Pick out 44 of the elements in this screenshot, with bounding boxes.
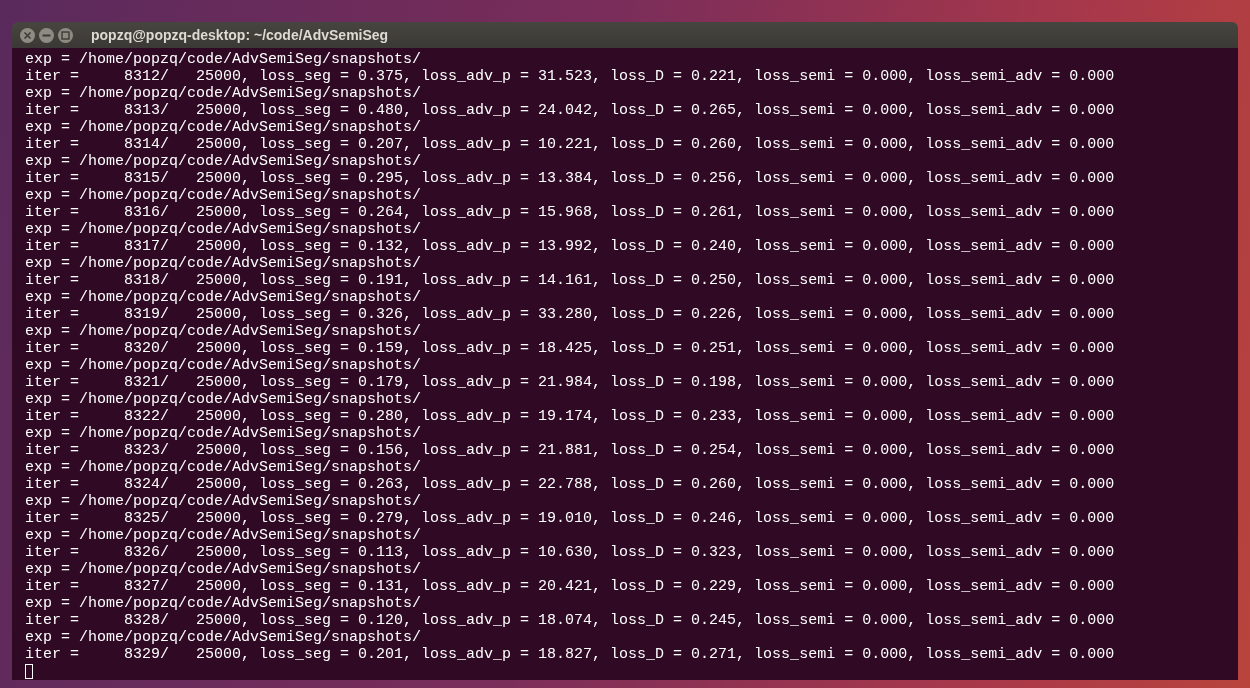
terminal-line: exp = /home/popzq/code/AdvSemiSeg/snapshots/	[25, 561, 422, 578]
terminal-line: exp = /home/popzq/code/AdvSemiSeg/snapshots/	[25, 153, 422, 170]
terminal-line: iter = 8312/ 25000, loss_seg = 0.375, loss_adv_p = 31.523, loss_D = 0.221, loss_semi = 0.000, loss_semi_adv = 0.000	[25, 68, 1115, 85]
terminal-line: iter = 8326/ 25000, loss_seg = 0.113, loss_adv_p = 10.630, loss_D = 0.323, loss_semi = 0.000, loss_semi_adv = 0.000	[25, 544, 1115, 561]
terminal-line: exp = /home/popzq/code/AdvSemiSeg/snapshots/	[25, 255, 422, 272]
terminal-line: iter = 8327/ 25000, loss_seg = 0.131, loss_adv_p = 20.421, loss_D = 0.229, loss_semi = 0.000, loss_semi_adv = 0.000	[25, 578, 1115, 595]
terminal-line: iter = 8315/ 25000, loss_seg = 0.295, loss_adv_p = 13.384, loss_D = 0.256, loss_semi = 0.000, loss_semi_adv = 0.000	[25, 170, 1115, 187]
close-button[interactable]	[20, 27, 35, 43]
terminal-line: iter = 8323/ 25000, loss_seg = 0.156, loss_adv_p = 21.881, loss_D = 0.254, loss_semi = 0.000, loss_semi_adv = 0.000	[25, 442, 1115, 459]
terminal-line: iter = 8322/ 25000, loss_seg = 0.280, loss_adv_p = 19.174, loss_D = 0.233, loss_semi = 0.000, loss_semi_adv = 0.000	[25, 408, 1115, 425]
terminal-line: exp = /home/popzq/code/AdvSemiSeg/snapshots/	[25, 187, 422, 204]
maximize-button[interactable]	[58, 27, 73, 43]
terminal-line: iter = 8329/ 25000, loss_seg = 0.201, loss_adv_p = 18.827, loss_D = 0.271, loss_semi = 0.000, loss_semi_adv = 0.000	[25, 646, 1115, 663]
terminal-line: iter = 8325/ 25000, loss_seg = 0.279, loss_adv_p = 19.010, loss_D = 0.246, loss_semi = 0.000, loss_semi_adv = 0.000	[25, 510, 1115, 527]
terminal-line: exp = /home/popzq/code/AdvSemiSeg/snapshots/	[25, 221, 422, 238]
terminal-line: iter = 8314/ 25000, loss_seg = 0.207, loss_adv_p = 10.221, loss_D = 0.260, loss_semi = 0.000, loss_semi_adv = 0.000	[25, 136, 1115, 153]
terminal-line: exp = /home/popzq/code/AdvSemiSeg/snapshots/	[25, 85, 422, 102]
terminal-line: iter = 8320/ 25000, loss_seg = 0.159, loss_adv_p = 18.425, loss_D = 0.251, loss_semi = 0.000, loss_semi_adv = 0.000	[25, 340, 1115, 357]
cursor-icon	[25, 664, 33, 679]
terminal-line: exp = /home/popzq/code/AdvSemiSeg/snapshots/	[25, 119, 422, 136]
terminal-line: iter = 8324/ 25000, loss_seg = 0.263, loss_adv_p = 22.788, loss_D = 0.260, loss_semi = 0.000, loss_semi_adv = 0.000	[25, 476, 1115, 493]
terminal-line: iter = 8316/ 25000, loss_seg = 0.264, loss_adv_p = 15.968, loss_D = 0.261, loss_semi = 0.000, loss_semi_adv = 0.000	[25, 204, 1115, 221]
terminal-line: exp = /home/popzq/code/AdvSemiSeg/snapshots/	[25, 391, 422, 408]
minimize-icon	[42, 33, 51, 37]
terminal-line: iter = 8328/ 25000, loss_seg = 0.120, loss_adv_p = 18.074, loss_D = 0.245, loss_semi = 0.000, loss_semi_adv = 0.000	[25, 612, 1115, 629]
minimize-button[interactable]	[39, 27, 54, 43]
terminal-line: exp = /home/popzq/code/AdvSemiSeg/snapshots/	[25, 323, 422, 340]
terminal-line: exp = /home/popzq/code/AdvSemiSeg/snapshots/	[25, 425, 422, 442]
terminal-line: exp = /home/popzq/code/AdvSemiSeg/snapshots/	[25, 629, 422, 646]
close-icon	[23, 30, 32, 40]
terminal-line: iter = 8317/ 25000, loss_seg = 0.132, loss_adv_p = 13.992, loss_D = 0.240, loss_semi = 0.000, loss_semi_adv = 0.000	[25, 238, 1115, 255]
terminal-line: exp = /home/popzq/code/AdvSemiSeg/snapshots/	[25, 357, 422, 374]
terminal-line: iter = 8313/ 25000, loss_seg = 0.480, loss_adv_p = 24.042, loss_D = 0.265, loss_semi = 0.000, loss_semi_adv = 0.000	[25, 102, 1115, 119]
terminal-line: exp = /home/popzq/code/AdvSemiSeg/snapshots/	[25, 289, 422, 306]
terminal-line: exp = /home/popzq/code/AdvSemiSeg/snapshots/	[25, 493, 422, 510]
terminal-line: exp = /home/popzq/code/AdvSemiSeg/snapshots/	[25, 51, 422, 68]
maximize-icon	[61, 30, 70, 40]
terminal-line: exp = /home/popzq/code/AdvSemiSeg/snapshots/	[25, 459, 422, 476]
window-title: popzq@popzq-desktop: ~/code/AdvSemiSeg	[91, 27, 389, 43]
terminal-line: exp = /home/popzq/code/AdvSemiSeg/snapshots/	[25, 595, 422, 612]
terminal-line: iter = 8321/ 25000, loss_seg = 0.179, loss_adv_p = 21.984, loss_D = 0.198, loss_semi = 0.000, loss_semi_adv = 0.000	[25, 374, 1115, 391]
terminal-line: exp = /home/popzq/code/AdvSemiSeg/snapshots/	[25, 527, 422, 544]
terminal-line: iter = 8318/ 25000, loss_seg = 0.191, loss_adv_p = 14.161, loss_D = 0.250, loss_semi = 0.000, loss_semi_adv = 0.000	[25, 272, 1115, 289]
terminal-line: iter = 8319/ 25000, loss_seg = 0.326, loss_adv_p = 33.280, loss_D = 0.226, loss_semi = 0.000, loss_semi_adv = 0.000	[25, 306, 1115, 323]
